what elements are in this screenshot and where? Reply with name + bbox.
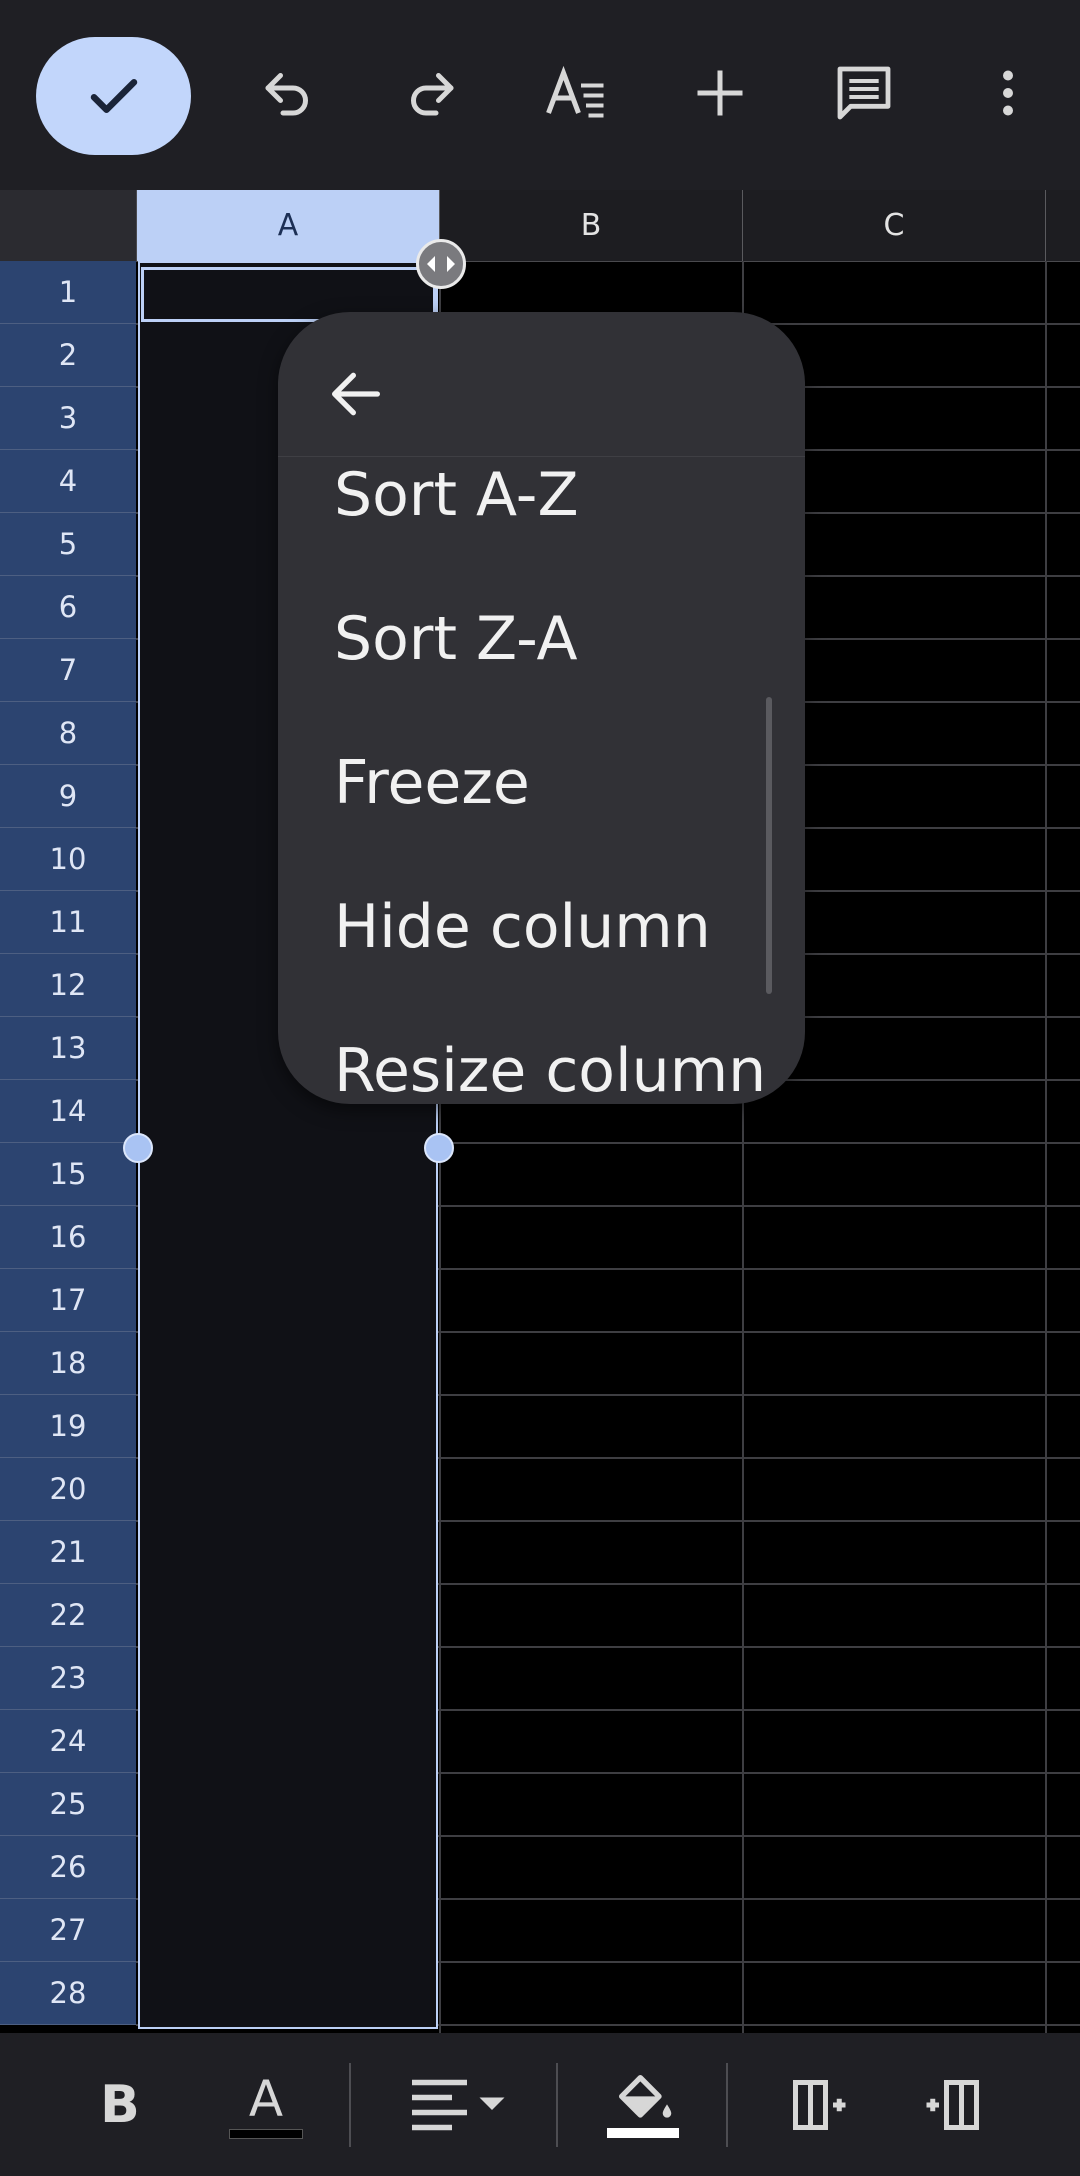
fill-color-button[interactable] — [604, 2069, 682, 2141]
more-options-button[interactable] — [970, 55, 1046, 131]
align-icon — [412, 2079, 505, 2131]
selection-handle-right[interactable] — [424, 1133, 454, 1163]
row-header[interactable]: 18 — [0, 1332, 136, 1395]
column-resize-handle[interactable] — [416, 239, 466, 289]
text-format-button[interactable] — [538, 55, 614, 131]
row-header[interactable]: 12 — [0, 954, 136, 1017]
insert-column-left-button[interactable] — [786, 2069, 850, 2141]
row-header[interactable]: 17 — [0, 1269, 136, 1332]
select-all-corner[interactable] — [0, 190, 137, 261]
row-header[interactable]: 23 — [0, 1647, 136, 1710]
row-header[interactable]: 26 — [0, 1836, 136, 1899]
bold-button[interactable]: B — [88, 2069, 152, 2141]
row-header[interactable]: 5 — [0, 513, 136, 576]
comment-icon — [837, 66, 891, 120]
row-header[interactable]: 13 — [0, 1017, 136, 1080]
text-format-icon — [546, 65, 604, 118]
insert-column-left-icon — [793, 2080, 846, 2130]
column-header-c[interactable]: C — [743, 190, 1046, 261]
menu-item-sort-z-a[interactable]: Sort Z-A — [334, 604, 578, 674]
insert-column-right-button[interactable] — [922, 2069, 986, 2141]
insert-column-right-icon — [926, 2080, 979, 2130]
align-button[interactable] — [402, 2069, 512, 2141]
row-header[interactable]: 20 — [0, 1458, 136, 1521]
insert-button[interactable] — [682, 55, 758, 131]
resize-arrows-icon — [427, 256, 455, 272]
menu-divider — [278, 456, 805, 457]
toolbar-separator — [726, 2063, 728, 2147]
redo-button[interactable] — [393, 55, 469, 131]
redo-icon — [411, 73, 454, 116]
row-header[interactable]: 4 — [0, 450, 136, 513]
fill-color-swatch — [607, 2128, 679, 2138]
row-header[interactable]: 7 — [0, 639, 136, 702]
row-header[interactable]: 14 — [0, 1080, 136, 1143]
column-context-menu: Sort A-Z Sort Z-A Freeze Hide column Res… — [278, 312, 805, 1104]
grid-line — [1045, 261, 1047, 2033]
add-icon — [697, 70, 743, 116]
column-header-b[interactable]: B — [440, 190, 743, 261]
row-header[interactable]: 19 — [0, 1395, 136, 1458]
row-header[interactable]: 10 — [0, 828, 136, 891]
undo-icon — [265, 73, 308, 116]
row-header[interactable]: 2 — [0, 324, 136, 387]
row-header[interactable]: 11 — [0, 891, 136, 954]
row-header[interactable]: 27 — [0, 1899, 136, 1962]
row-header[interactable]: 15 — [0, 1143, 136, 1206]
done-button[interactable] — [36, 37, 191, 155]
menu-item-freeze[interactable]: Freeze — [334, 748, 530, 818]
comment-button[interactable] — [826, 55, 902, 131]
row-header[interactable]: 9 — [0, 765, 136, 828]
row-header[interactable]: 28 — [0, 1962, 136, 2025]
selection-handle-left[interactable] — [123, 1133, 153, 1163]
row-header[interactable]: 25 — [0, 1773, 136, 1836]
format-toolbar: B A — [0, 2033, 1080, 2176]
more-vert-icon — [1003, 70, 1013, 116]
row-header[interactable]: 3 — [0, 387, 136, 450]
text-color-button[interactable]: A — [226, 2069, 306, 2141]
column-header-a[interactable]: A — [137, 190, 440, 261]
bold-icon: B — [100, 2075, 140, 2135]
row-header[interactable]: 21 — [0, 1521, 136, 1584]
column-header-partial[interactable] — [1046, 190, 1080, 261]
menu-item-resize-column[interactable]: Resize column — [334, 1036, 766, 1104]
row-header[interactable]: 1 — [0, 261, 136, 324]
row-header[interactable]: 16 — [0, 1206, 136, 1269]
arrow-back-icon — [332, 372, 380, 416]
menu-item-hide-column[interactable]: Hide column — [334, 892, 711, 962]
toolbar-separator — [349, 2063, 351, 2147]
top-toolbar — [0, 0, 1080, 190]
undo-button[interactable] — [250, 55, 326, 131]
menu-item-sort-a-z[interactable]: Sort A-Z — [334, 460, 579, 530]
row-header[interactable]: 8 — [0, 702, 136, 765]
text-color-swatch — [229, 2129, 303, 2139]
row-header[interactable]: 24 — [0, 1710, 136, 1773]
column-header-bar: A B C — [0, 190, 1080, 262]
row-header[interactable]: 22 — [0, 1584, 136, 1647]
check-icon — [90, 79, 137, 113]
fill-color-icon — [619, 2075, 672, 2118]
menu-back-button[interactable] — [324, 362, 388, 426]
text-color-icon: A — [248, 2070, 284, 2128]
row-header[interactable]: 6 — [0, 576, 136, 639]
toolbar-separator — [556, 2063, 558, 2147]
menu-scrollbar[interactable] — [766, 697, 772, 994]
